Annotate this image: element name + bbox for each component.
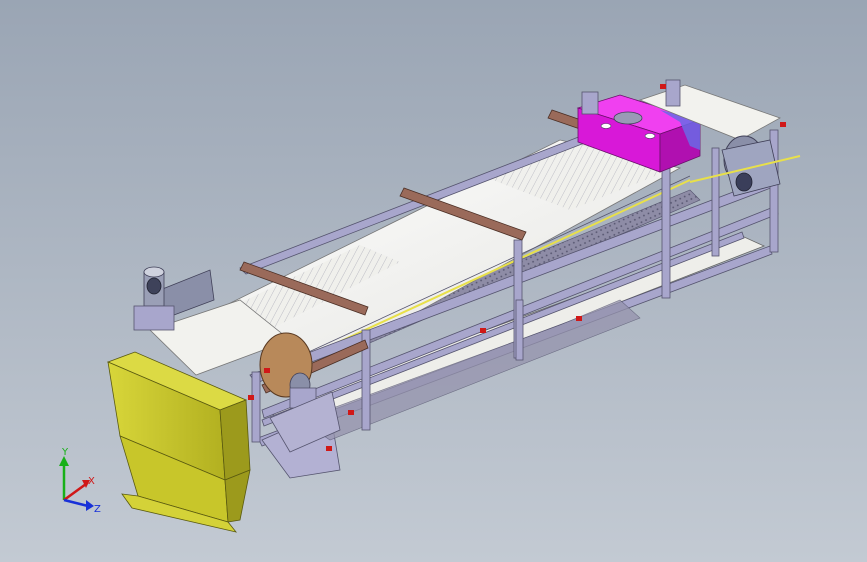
triad-y-label: Y xyxy=(61,447,69,458)
post-4 xyxy=(661,167,671,299)
belt-filter-model[interactable]: Y X Z xyxy=(0,0,867,562)
marker-8 xyxy=(326,446,332,451)
spray-port-2 xyxy=(644,133,656,139)
post-7 xyxy=(515,299,524,361)
feed-hopper xyxy=(106,351,251,533)
triad-z-label: Z xyxy=(94,504,101,515)
marker-3 xyxy=(480,328,486,333)
cad-viewport[interactable]: Y X Z xyxy=(0,0,867,562)
post-6 xyxy=(711,147,720,257)
marker-4 xyxy=(576,316,582,321)
spray-flange xyxy=(613,111,643,125)
triad-x-axis xyxy=(63,482,87,502)
motor-base xyxy=(133,305,175,331)
triad-z-arrow xyxy=(86,500,94,511)
marker-1 xyxy=(264,368,270,373)
triad-x-label: X xyxy=(88,476,95,487)
triad-z-axis xyxy=(63,498,89,508)
rear-gear xyxy=(735,172,753,192)
coordinate-triad: Y X Z xyxy=(59,447,101,515)
marker-2 xyxy=(348,410,354,415)
marker-5 xyxy=(660,84,666,89)
motor-fan xyxy=(146,277,162,295)
post-1 xyxy=(251,371,261,443)
rear-bracket-2 xyxy=(581,91,599,115)
motor-cap xyxy=(143,266,165,278)
marker-6 xyxy=(780,122,786,127)
spray-port-1 xyxy=(600,123,612,129)
hopper-side-face xyxy=(219,399,251,481)
rear-bracket xyxy=(665,79,681,107)
marker-7 xyxy=(248,395,254,400)
